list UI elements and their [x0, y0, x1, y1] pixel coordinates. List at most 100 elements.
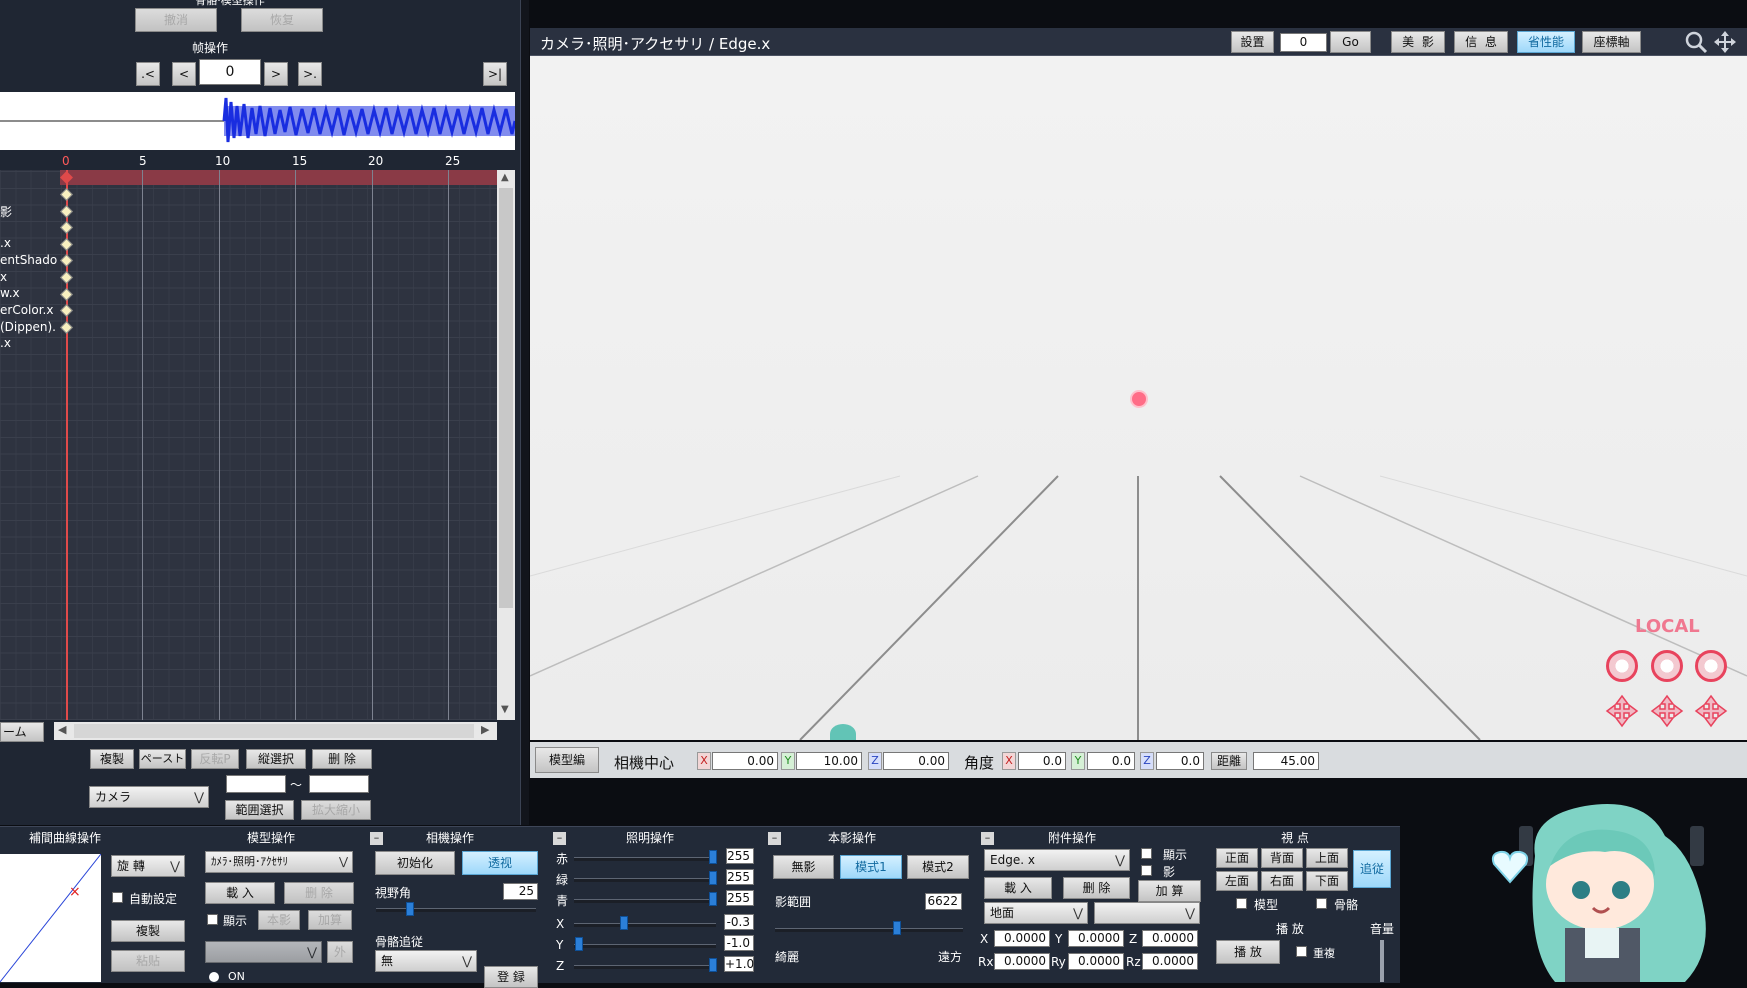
track-label-6[interactable]: erColor.x	[0, 303, 53, 317]
model-show-checkbox[interactable]	[207, 914, 218, 925]
shadow-range-slider[interactable]	[775, 928, 963, 932]
prev-frame-button[interactable]: <	[172, 62, 196, 86]
axis-button[interactable]: 座標軸	[1582, 31, 1641, 53]
hscroll-right-arrow[interactable]: ▶	[481, 723, 489, 736]
interp-paste-button[interactable]: 粘贴	[111, 950, 185, 972]
light-r-slider[interactable]	[574, 857, 716, 861]
model-select[interactable]: ｶﾒﾗ･照明･ｱｸｾｻﾘ ⋁	[205, 851, 353, 873]
acc-z-input[interactable]: 0.0000	[1142, 930, 1198, 947]
fov-slider[interactable]	[376, 908, 536, 912]
shadow-mode1-button[interactable]: 模式1	[840, 855, 902, 879]
keyframe[interactable]	[60, 321, 73, 334]
model-add-button[interactable]: 加算	[308, 910, 352, 930]
shadow-mode2-button[interactable]: 模式2	[907, 855, 969, 879]
light-y-slider[interactable]	[574, 944, 716, 948]
shadow-collapse-icon[interactable]: –	[768, 832, 781, 845]
keyframe[interactable]	[60, 205, 73, 218]
accessory-parent-select[interactable]: 地面 ⋁	[984, 902, 1088, 924]
zoom-icon[interactable]	[1684, 30, 1708, 54]
light-y-thumb[interactable]	[575, 937, 583, 951]
scale-button[interactable]: 拡大縮小	[301, 800, 371, 820]
keyframe[interactable]	[60, 304, 73, 317]
light-z-slider[interactable]	[574, 965, 716, 969]
interp-rotate-select[interactable]: 旋 轉 ⋁	[111, 855, 185, 877]
angle-x-input[interactable]: 0.0	[1018, 752, 1066, 770]
track-label-7[interactable]: (Dippen).	[0, 320, 56, 334]
shadow-range-input[interactable]: 6622	[925, 893, 962, 910]
model-outside-button[interactable]: 外	[327, 941, 353, 963]
light-b-thumb[interactable]	[709, 892, 717, 906]
keyframe[interactable]	[60, 188, 73, 201]
undo-button[interactable]: 撤消	[135, 8, 217, 32]
light-x-slider[interactable]	[574, 923, 716, 927]
target-select[interactable]: カメラ ⋁	[89, 786, 209, 808]
light-x-thumb[interactable]	[620, 916, 628, 930]
copy-frames-button[interactable]: 複製	[90, 749, 134, 769]
keyframe[interactable]	[60, 288, 73, 301]
end-frame-button[interactable]: >|	[483, 62, 507, 86]
acc-y-input[interactable]: 0.0000	[1068, 930, 1124, 947]
hscroll-thumb[interactable]	[74, 724, 474, 738]
track-label-1[interactable]: 影	[0, 203, 12, 220]
range-from-input[interactable]	[226, 775, 286, 793]
timeline-grid[interactable]	[0, 170, 497, 720]
paste-frames-button[interactable]: ペースト	[139, 749, 186, 769]
timeline-vscrollbar[interactable]: ▲ ▼	[497, 170, 515, 720]
light-y-input[interactable]: -1.0	[724, 935, 754, 951]
interp-copy-button[interactable]: 複製	[111, 920, 185, 942]
camera-register-button[interactable]: 登 録	[484, 966, 538, 988]
light-b-slider[interactable]	[574, 899, 716, 903]
redo-button[interactable]: 恢复	[241, 8, 323, 32]
model-delete-button[interactable]: 删 除	[284, 882, 354, 904]
keyframe[interactable]	[60, 238, 73, 251]
auto-set-checkbox[interactable]	[112, 892, 123, 903]
range-select-button[interactable]: 範囲選択	[225, 800, 294, 820]
beauty-button[interactable]: 美 影	[1391, 31, 1445, 53]
frame-input[interactable]: 0	[199, 59, 261, 85]
move-z-icon[interactable]	[1694, 694, 1728, 728]
reverse-paste-button[interactable]: 反転P	[191, 749, 239, 769]
interp-curve-editor[interactable]: ×	[0, 853, 102, 983]
vertical-select-button[interactable]: 縦選択	[246, 749, 306, 769]
light-g-slider[interactable]	[574, 878, 716, 882]
hscroll-left-arrow[interactable]: ◀	[58, 723, 66, 736]
center-x-input[interactable]: 0.00	[712, 752, 778, 770]
info-button[interactable]: 信 息	[1454, 31, 1508, 53]
model-shadow-button[interactable]: 本影	[258, 910, 300, 930]
track-label-4[interactable]: x	[0, 270, 7, 284]
scroll-thumb[interactable]	[499, 188, 513, 608]
model-edit-tab[interactable]: 模型編	[535, 747, 599, 773]
camera-target-icon[interactable]	[1130, 390, 1148, 408]
accessory-bone-select[interactable]: ⋁	[1094, 902, 1200, 924]
3d-viewport[interactable]: LOCAL	[530, 56, 1747, 740]
track-label-5[interactable]: w.x	[0, 286, 20, 300]
scroll-down-arrow[interactable]: ▼	[501, 704, 509, 715]
setup-button[interactable]: 設置	[1231, 31, 1274, 53]
light-g-input[interactable]: 255	[726, 869, 754, 885]
keyframe[interactable]	[60, 221, 73, 234]
frame-mode-button[interactable]: ーム	[0, 722, 44, 742]
track-label-2[interactable]: .x	[0, 236, 11, 250]
rotate-z-icon[interactable]	[1695, 650, 1727, 682]
last-frame-button[interactable]: >.	[298, 62, 322, 86]
playhead-line[interactable]	[66, 170, 68, 720]
view-left-button[interactable]: 左面	[1216, 871, 1258, 891]
rotate-y-icon[interactable]	[1651, 650, 1683, 682]
accessory-delete-button[interactable]: 删 除	[1063, 877, 1130, 899]
bone-follow-select[interactable]: 無 ⋁	[375, 950, 477, 972]
light-x-input[interactable]: -0.3	[724, 914, 754, 930]
view-front-button[interactable]: 正面	[1216, 848, 1258, 868]
light-r-input[interactable]: 255	[726, 848, 754, 864]
camera-init-button[interactable]: 初始化	[375, 851, 455, 875]
camera-collapse-icon[interactable]: –	[370, 832, 383, 845]
light-b-input[interactable]: 255	[726, 890, 754, 906]
play-button[interactable]: 播 放	[1216, 940, 1280, 964]
accessory-load-button[interactable]: 載 入	[984, 877, 1052, 899]
light-r-thumb[interactable]	[709, 850, 717, 864]
acc-ry-input[interactable]: 0.0000	[1068, 953, 1124, 970]
angle-y-input[interactable]: 0.0	[1087, 752, 1135, 770]
view-bottom-button[interactable]: 下面	[1306, 871, 1348, 891]
timeline-hscrollbar[interactable]: ◀ ▶	[54, 722, 497, 740]
model-load-button[interactable]: 載 入	[205, 882, 275, 904]
view-bone-checkbox[interactable]	[1316, 898, 1327, 909]
